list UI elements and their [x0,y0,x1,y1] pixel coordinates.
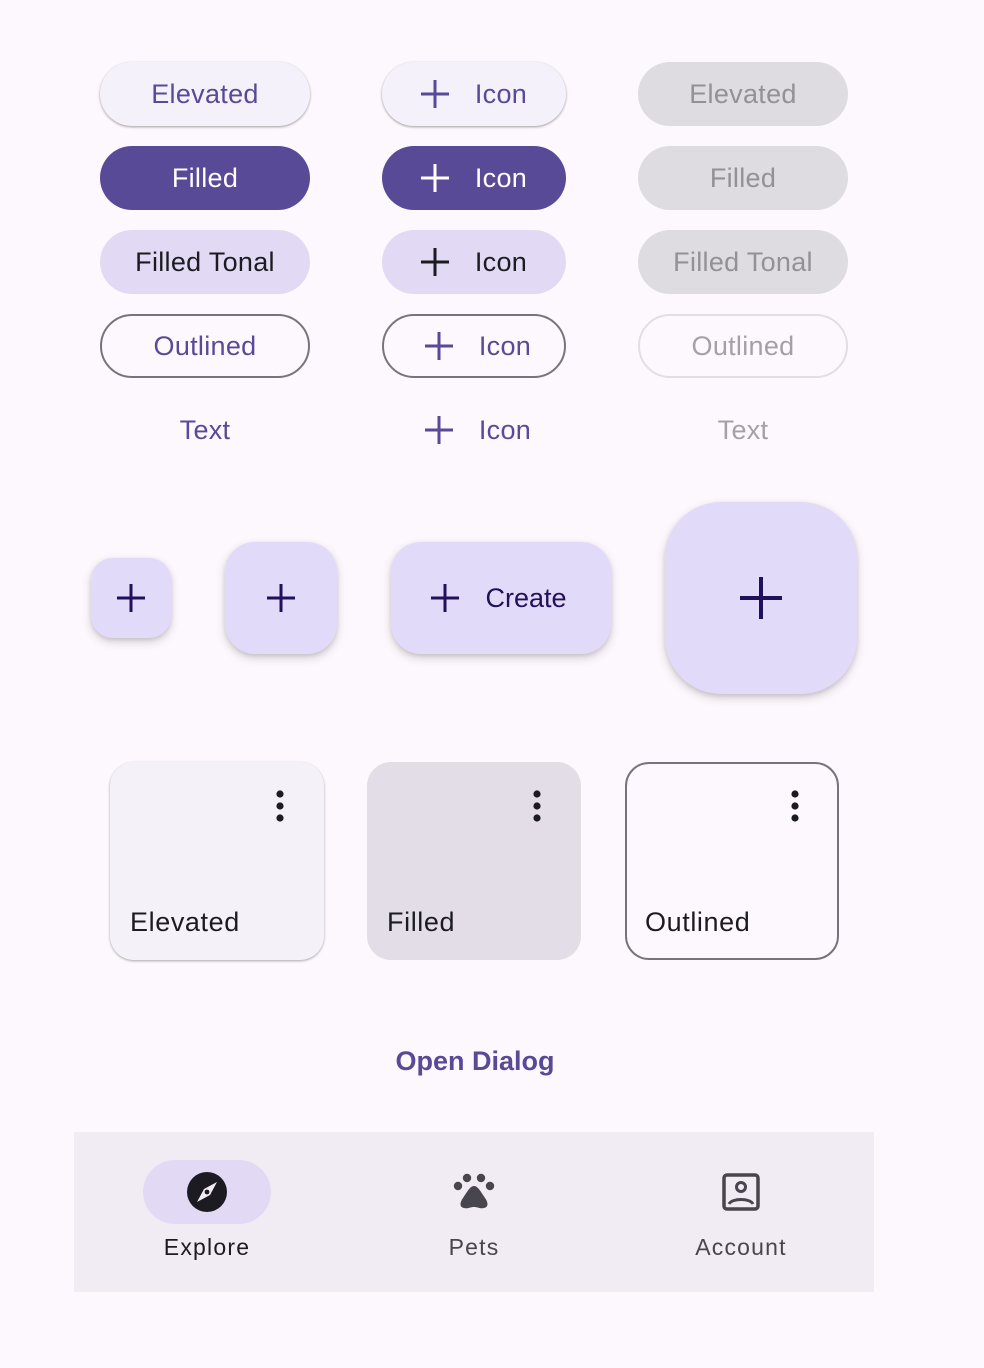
card-label: Outlined [645,907,751,937]
filled-button-label: Filled [171,162,239,193]
filled-icon-button-label: Icon [474,162,528,193]
disabled-filled-button: Filled [638,146,848,210]
outlined-button[interactable]: Outlined [100,314,310,378]
extended-fab-create[interactable]: Create [391,542,611,654]
elevated-button[interactable]: Elevated [100,62,310,126]
disabled-text-button: Text [638,398,848,462]
filled-tonal-button[interactable]: Filled Tonal [100,230,310,294]
add-icon [424,332,453,360]
elevated-icon-button[interactable]: Icon [382,62,566,126]
card-label: Filled [387,907,456,937]
filled-icon-button[interactable]: Icon [382,146,566,210]
add-icon [420,80,449,108]
more-vert-icon[interactable] [270,786,290,826]
filled-tonal-button-label: Filled Tonal [135,246,275,277]
add-icon [431,584,460,612]
add-icon [267,584,295,612]
outlined-button-label: Outlined [153,330,257,361]
fab[interactable] [225,542,337,654]
pets-icon [453,1173,495,1209]
nav-label: Pets [448,1234,500,1260]
disabled-text-button-label: Text [717,414,769,445]
nav-item-pets[interactable]: Pets [341,1132,607,1292]
filled-button[interactable]: Filled [100,146,310,210]
disabled-filled-tonal-button-label: Filled Tonal [673,246,813,277]
disabled-filled-button-label: Filled [709,162,777,193]
nav-item-explore[interactable]: Explore [74,1132,340,1292]
add-icon [117,584,145,612]
card-outlined[interactable]: Outlined [625,762,839,960]
nav-label: Explore [163,1234,251,1260]
elevated-button-label: Elevated [151,78,259,109]
nav-indicator [143,1160,271,1224]
account-box-icon [722,1173,760,1211]
small-fab[interactable] [91,558,171,638]
text-button-label: Text [179,414,231,445]
open-dialog-button[interactable]: Open Dialog [370,1038,580,1084]
elevated-icon-button-label: Icon [474,78,528,109]
disabled-outlined-button-label: Outlined [691,330,795,361]
add-icon [420,248,449,276]
nav-item-account[interactable]: Account [608,1132,874,1292]
disabled-elevated-button: Elevated [638,62,848,126]
more-vert-icon[interactable] [527,786,547,826]
disabled-elevated-button-label: Elevated [689,78,797,109]
large-fab[interactable] [665,502,857,694]
disabled-outlined-button: Outlined [638,314,848,378]
text-icon-button-label: Icon [478,414,532,445]
navigation-bar: Explore Pets Account [74,1132,874,1292]
card-label: Elevated [130,907,240,937]
nav-label: Account [695,1234,787,1260]
disabled-filled-tonal-button: Filled Tonal [638,230,848,294]
filled-tonal-icon-button-label: Icon [474,246,528,277]
card-elevated[interactable]: Elevated [110,762,324,960]
add-icon [424,416,453,444]
add-icon [420,164,449,192]
more-vert-icon[interactable] [785,786,805,826]
outlined-icon-button-label: Icon [478,330,532,361]
add-icon [740,577,782,619]
filled-tonal-icon-button[interactable]: Icon [382,230,566,294]
explore-icon [187,1172,227,1212]
extended-fab-label: Create [485,582,567,613]
outlined-icon-button[interactable]: Icon [382,314,566,378]
text-button[interactable]: Text [100,398,310,462]
text-icon-button[interactable]: Icon [382,398,566,462]
card-filled[interactable]: Filled [367,762,581,960]
